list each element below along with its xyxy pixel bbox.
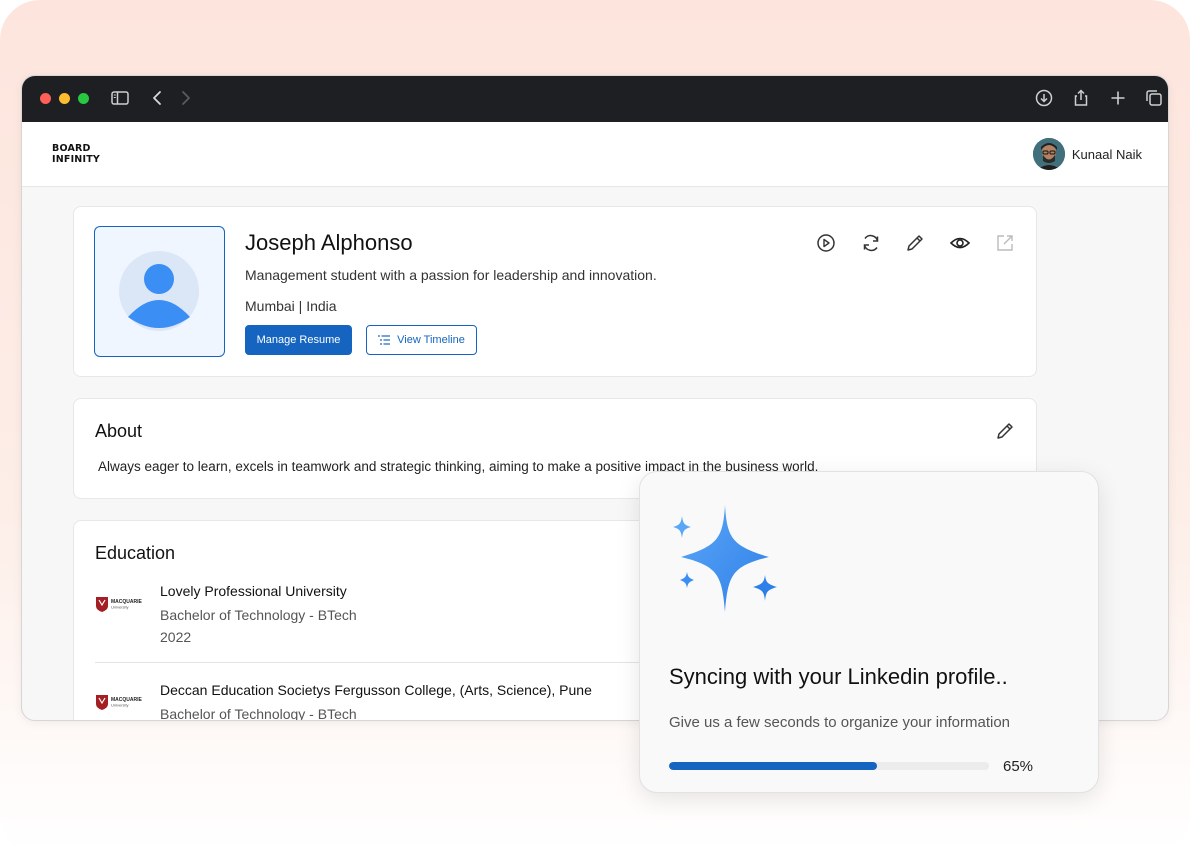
- app-header: BOARD INFINITY Kunaal Naik: [22, 122, 1168, 187]
- back-icon[interactable]: [149, 88, 165, 108]
- profile-name: Joseph Alphonso: [245, 230, 413, 255]
- sync-subtitle: Give us a few seconds to organize your i…: [669, 714, 1011, 731]
- person-icon: [119, 251, 199, 331]
- user-avatar[interactable]: [1032, 138, 1065, 170]
- play-icon[interactable]: [815, 232, 837, 254]
- profile-tagline: Management student with a passion for le…: [245, 267, 657, 283]
- new-tab-icon[interactable]: [1108, 88, 1128, 108]
- edit-about-icon[interactable]: [994, 420, 1016, 442]
- sync-progress-bar: [669, 762, 989, 770]
- view-timeline-button[interactable]: View Timeline: [366, 325, 477, 355]
- external-link-icon[interactable]: [994, 232, 1016, 254]
- university-logo: MACQUARIE University: [96, 596, 146, 612]
- close-window-button[interactable]: [40, 93, 51, 104]
- profile-avatar[interactable]: [94, 226, 225, 357]
- education-degree-1: Bachelor of Technology - BTech: [160, 607, 357, 623]
- profile-location: Mumbai | India: [245, 298, 337, 314]
- timeline-icon: [378, 335, 391, 345]
- sparkle-icon: [673, 505, 777, 612]
- education-degree-2: Bachelor of Technology - BTech: [160, 706, 357, 721]
- download-icon[interactable]: [1034, 88, 1054, 108]
- logo-line-2: INFINITY: [52, 154, 100, 165]
- zoom-window-button[interactable]: [78, 93, 89, 104]
- manage-resume-button[interactable]: Manage Resume: [245, 325, 352, 355]
- education-year-1: 2022: [160, 629, 192, 645]
- sync-progress-fill: [669, 762, 877, 770]
- about-title: About: [95, 421, 143, 441]
- education-title: Education: [95, 543, 176, 563]
- edit-icon[interactable]: [904, 232, 926, 254]
- sync-progress-label: 65%: [1003, 758, 1034, 775]
- university-logo-subtext: University: [111, 605, 129, 610]
- tabs-icon[interactable]: [1144, 88, 1164, 108]
- linkedin-sync-dialog: Syncing with your Linkedin profile.. Giv…: [639, 471, 1099, 793]
- education-institution-1: Lovely Professional University: [160, 583, 347, 599]
- sidebar-icon[interactable]: [110, 88, 130, 108]
- education-institution-2: Deccan Education Societys Fergusson Coll…: [160, 682, 592, 698]
- user-photo-icon: [1032, 138, 1065, 170]
- logo-line-1: BOARD: [52, 143, 91, 154]
- forward-icon[interactable]: [178, 88, 194, 108]
- eye-icon[interactable]: [949, 232, 971, 254]
- macquarie-logo-icon: MACQUARIE University: [96, 695, 142, 710]
- user-name: Kunaal Naik: [1071, 146, 1142, 162]
- sync-icon[interactable]: [860, 232, 882, 254]
- macquarie-logo-icon: MACQUARIE University: [96, 597, 142, 612]
- user-menu[interactable]: Kunaal Naik: [1032, 138, 1142, 170]
- browser-titlebar: [22, 76, 1168, 122]
- board-infinity-logo[interactable]: BOARD INFINITY: [52, 143, 100, 165]
- university-logo-subtext: University: [111, 703, 129, 708]
- sync-title: Syncing with your Linkedin profile..: [669, 664, 1008, 689]
- profile-card: Joseph Alphonso Management student with …: [73, 206, 1037, 377]
- share-icon[interactable]: [1071, 88, 1091, 108]
- view-timeline-label: View Timeline: [397, 334, 465, 346]
- minimize-window-button[interactable]: [59, 93, 70, 104]
- university-logo: MACQUARIE University: [96, 694, 146, 710]
